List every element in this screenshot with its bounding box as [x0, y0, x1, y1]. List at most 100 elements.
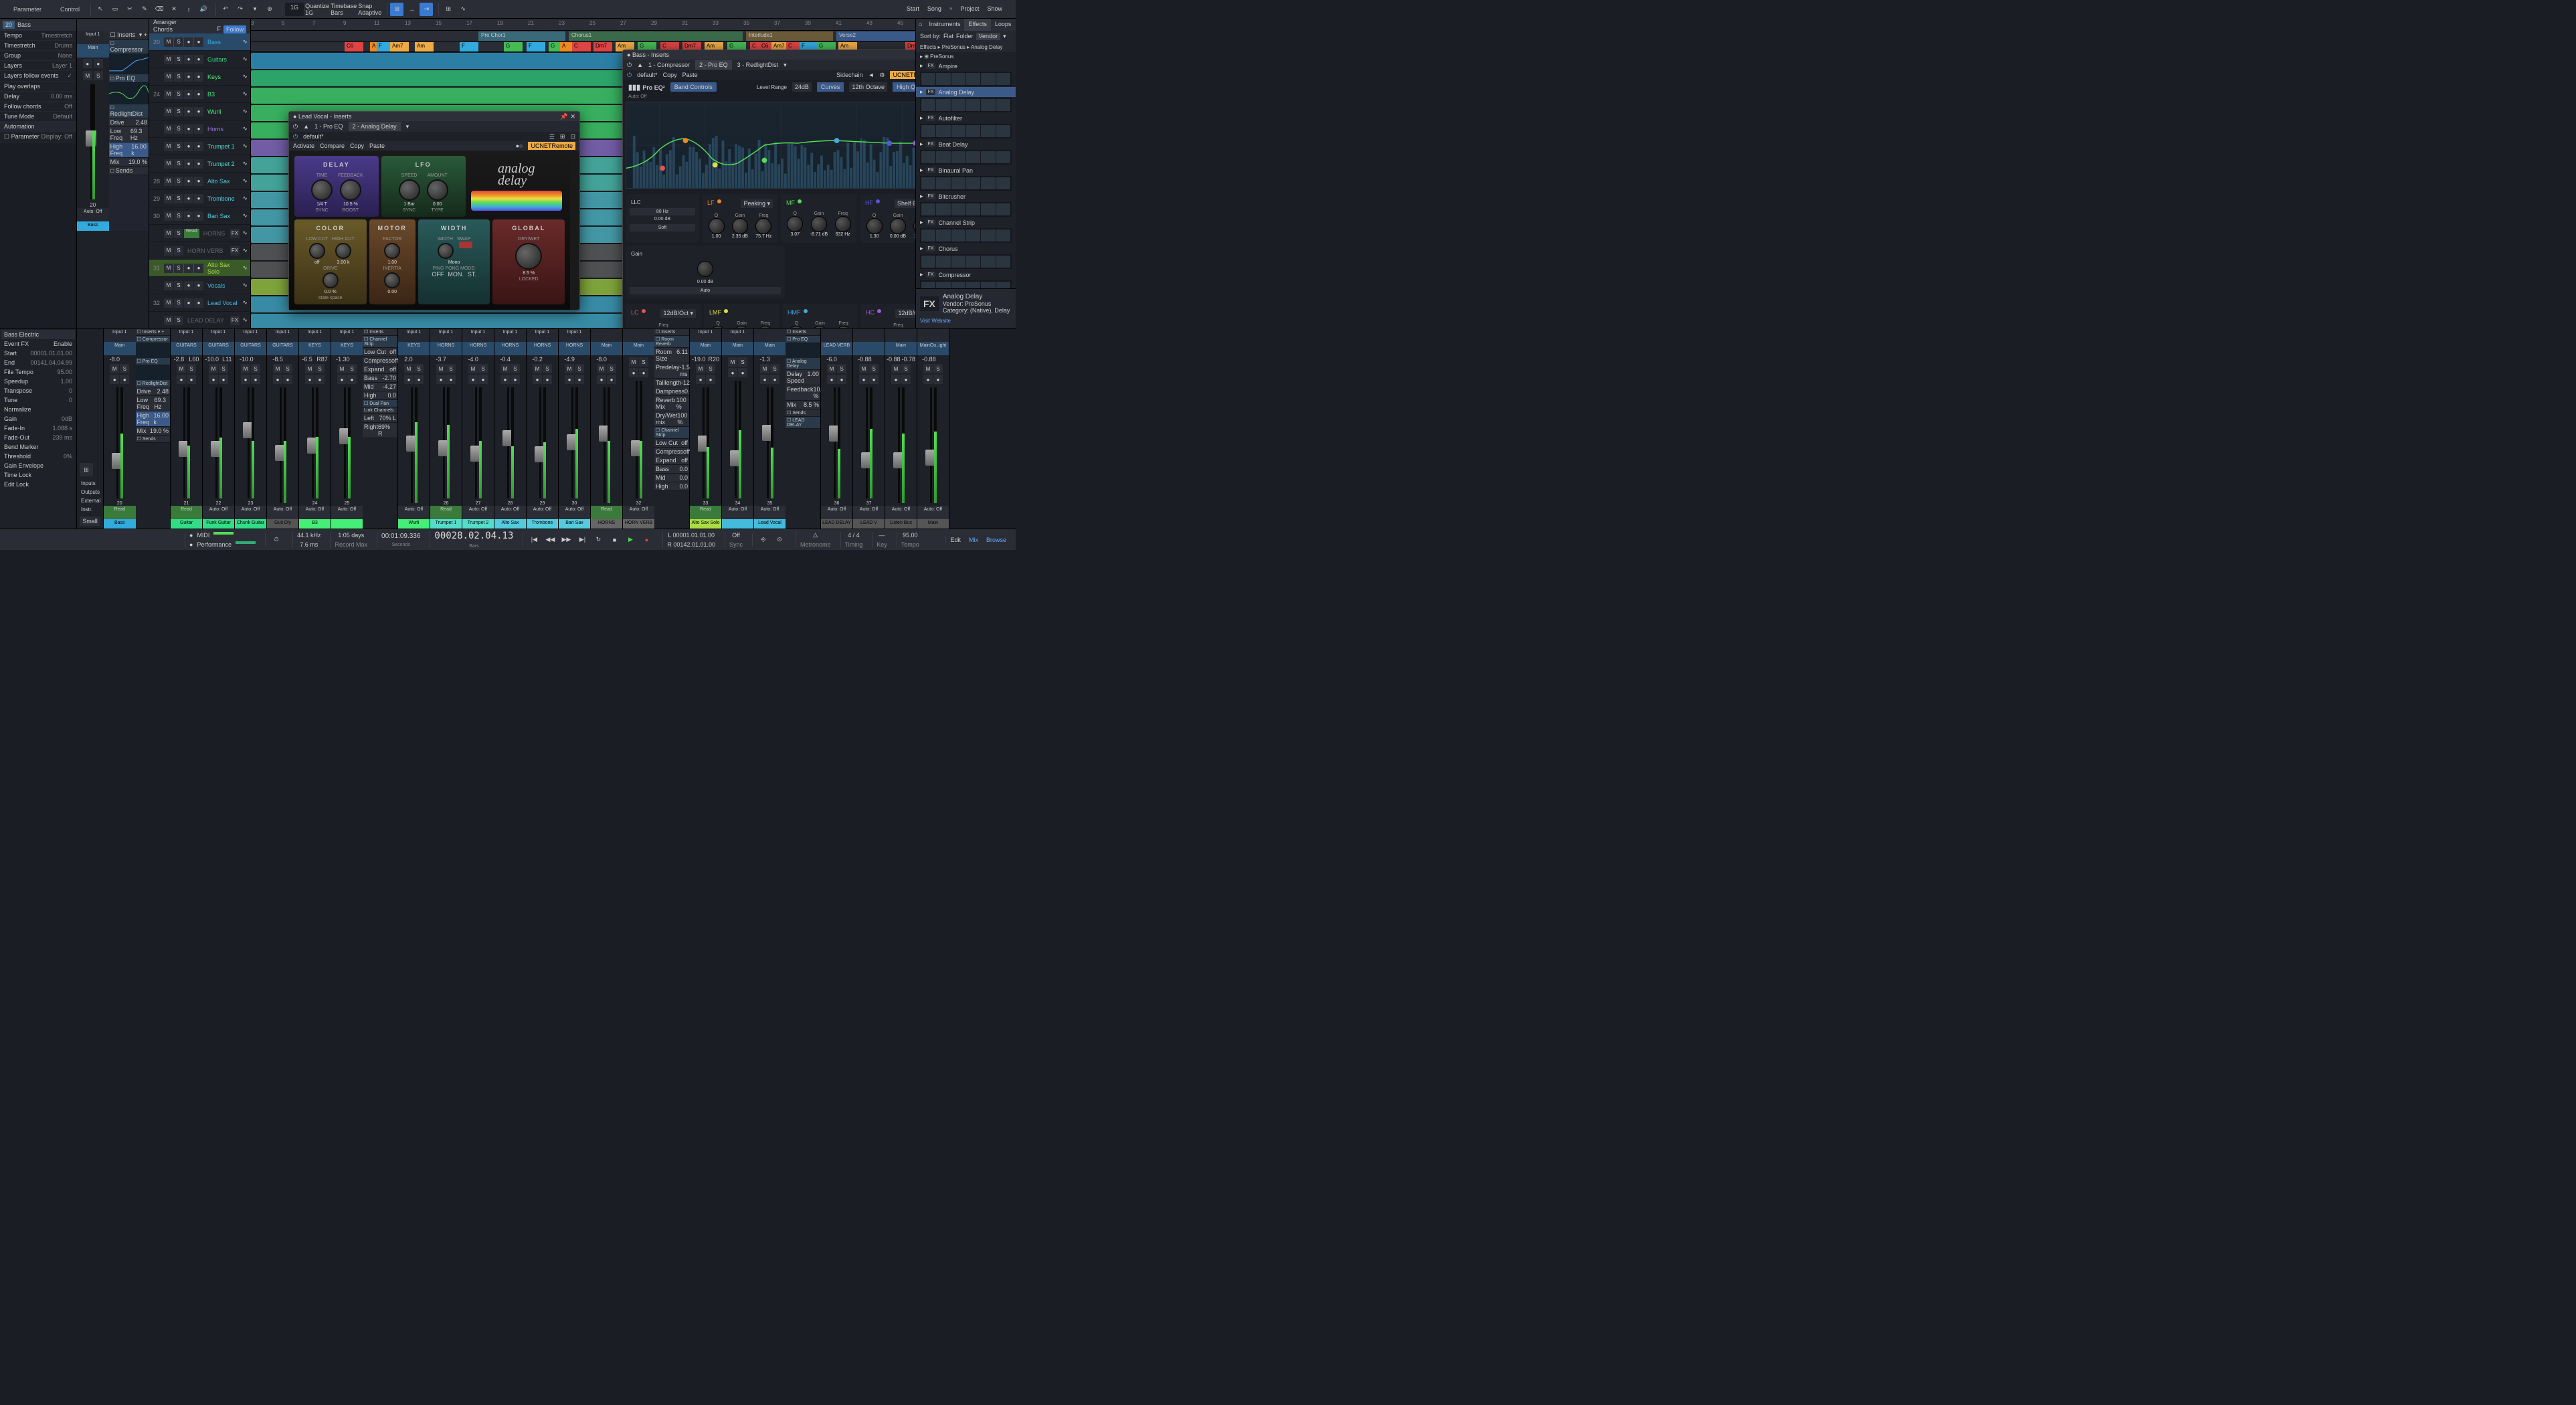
monitor[interactable]: ●	[639, 368, 648, 377]
mixer-nav-item[interactable]: Inputs	[80, 479, 100, 488]
channel-name[interactable]: Alto Sax Solo	[690, 519, 721, 529]
fader[interactable]	[215, 387, 217, 498]
loop-end[interactable]: R 00142.01.01.00	[667, 541, 715, 548]
fader[interactable]	[834, 387, 836, 498]
arrange-view[interactable]: 3579111315171921232527293133353739414345…	[251, 19, 915, 328]
mute-button[interactable]: M	[760, 364, 769, 373]
record-button[interactable]: ●	[640, 533, 653, 547]
solo-button[interactable]: S	[837, 364, 846, 373]
automation-mode[interactable]: Auto: Off	[623, 506, 654, 519]
fader[interactable]	[411, 387, 413, 503]
visit-website-link[interactable]: Visit Website	[920, 318, 1012, 324]
channel-name[interactable]: HORN VERB	[623, 519, 654, 529]
pp-off[interactable]: OFF	[432, 271, 444, 278]
mute-button[interactable]: M	[305, 364, 314, 373]
record-arm[interactable]: ●	[533, 375, 542, 384]
speed-knob[interactable]	[399, 179, 420, 201]
solo-button[interactable]: S	[94, 71, 103, 80]
automation-icon[interactable]: ∿	[456, 3, 470, 16]
auto-off[interactable]: Auto: Off	[623, 94, 915, 99]
event-value[interactable]: 0dB	[62, 415, 72, 422]
mute-button[interactable]: M	[629, 357, 638, 367]
fader[interactable]	[735, 381, 737, 498]
automation-mode[interactable]: Auto: Off	[203, 506, 234, 519]
solo-button[interactable]: S	[607, 364, 616, 373]
fader[interactable]	[344, 387, 346, 498]
mixer-channel[interactable]: Input 1 HORNS -0.4 MS ●● 28 Auto: Off Al…	[494, 329, 527, 529]
paste-button[interactable]: Paste	[682, 72, 698, 78]
channel-output[interactable]: Main	[104, 342, 136, 355]
preset-name[interactable]: default*	[303, 133, 324, 140]
mixer-channel[interactable]: Input 1 GUITARS -10.0L11 MS ●● 22 Auto: …	[203, 329, 235, 529]
chord-block[interactable]: C	[572, 42, 591, 52]
channel-output[interactable]: Main	[885, 342, 917, 355]
mute-button[interactable]: M	[164, 281, 173, 290]
show-page-button[interactable]: Show	[987, 5, 1002, 13]
solo-button[interactable]: S	[174, 37, 183, 47]
fader[interactable]	[898, 387, 900, 503]
solo-button[interactable]: S	[770, 364, 779, 373]
channel-name[interactable]: Wurli	[398, 519, 430, 529]
record-arm[interactable]: ●	[565, 375, 574, 384]
power-icon[interactable]: ⏻	[627, 62, 632, 69]
automation-mode[interactable]: Auto: Off	[235, 506, 266, 519]
channel-name[interactable]: Trombone	[527, 519, 558, 529]
channel-output[interactable]: Main	[591, 342, 622, 355]
mute-button[interactable]: M	[110, 364, 119, 373]
channel-input[interactable]	[853, 329, 885, 342]
drywet-knob[interactable]	[515, 243, 542, 270]
channel-input[interactable]: Input 1	[267, 329, 298, 342]
mixer-nav-item[interactable]: Outputs	[80, 488, 100, 496]
amount-knob[interactable]	[427, 179, 448, 201]
band-controls-button[interactable]: Band Controls	[670, 82, 717, 92]
channel-input[interactable]: Input 1	[494, 329, 526, 342]
channel-name[interactable]: Main	[917, 519, 949, 529]
browser-tab[interactable]: Loops	[991, 19, 1016, 31]
band-type[interactable]: Peaking ▾	[741, 199, 773, 208]
monitor[interactable]: ●	[414, 375, 424, 384]
mute-button[interactable]: M	[468, 364, 478, 373]
automation-mode[interactable]: Auto: Off	[853, 506, 885, 519]
mute-button[interactable]: M	[164, 264, 173, 273]
fader[interactable]	[866, 387, 868, 498]
timeline-ruler[interactable]: 3579111315171921232527293133353739414345…	[251, 19, 915, 31]
solo-button[interactable]: S	[414, 364, 424, 373]
q-knob[interactable]	[866, 218, 883, 234]
fader[interactable]	[475, 387, 477, 498]
play-button[interactable]: ▶	[624, 533, 637, 547]
solo-button[interactable]: S	[251, 364, 260, 373]
breadcrumb[interactable]: Effects ▸ PreSonus ▸ Analog Delay	[916, 42, 1016, 52]
mute-button[interactable]: M	[164, 107, 173, 116]
fader[interactable]	[703, 387, 705, 498]
mute-button[interactable]: M	[337, 364, 347, 373]
channel-output[interactable]: KEYS	[299, 342, 331, 355]
solo-button[interactable]: S	[174, 55, 183, 64]
freq-knob[interactable]	[913, 218, 915, 234]
record-arm[interactable]: ●	[177, 375, 186, 384]
autopunch-icon[interactable]: ⊙	[773, 533, 786, 547]
track-row[interactable]: MSLEAD DELAYFX∿	[149, 312, 250, 328]
curves-button[interactable]: Curves	[817, 82, 844, 92]
pin-icon[interactable]: 📌	[560, 113, 567, 120]
channel-input[interactable]: Input 1	[527, 329, 558, 342]
track-row[interactable]: 24MS●●B3∿	[149, 86, 250, 103]
solo-button[interactable]: S	[283, 364, 292, 373]
channel-input[interactable]	[591, 329, 622, 342]
solo-button[interactable]: S	[901, 364, 911, 373]
browser-tab[interactable]: Instruments	[925, 19, 964, 31]
redlight-insert[interactable]: RedlightDist	[110, 110, 143, 117]
channel-output[interactable]: HORNS	[462, 342, 494, 355]
channel-name[interactable]: Bari Sax	[559, 519, 590, 529]
record-arm[interactable]: ●	[184, 90, 193, 99]
width-knob[interactable]	[438, 243, 454, 259]
pp-mon[interactable]: MON.	[448, 271, 464, 278]
auto-mode[interactable]: Auto: Off	[77, 208, 109, 221]
monitor[interactable]: ●	[607, 375, 616, 384]
record-arm[interactable]: ●	[184, 159, 193, 169]
compare-button[interactable]: Compare	[320, 143, 345, 149]
browser-item[interactable]: ▸FXAnalog Delay	[916, 87, 1016, 97]
solo-button[interactable]: S	[219, 364, 228, 373]
monitor[interactable]: ●	[194, 55, 203, 64]
arranger-marker[interactable]: Interlude1	[746, 31, 833, 41]
fader[interactable]	[248, 387, 250, 498]
